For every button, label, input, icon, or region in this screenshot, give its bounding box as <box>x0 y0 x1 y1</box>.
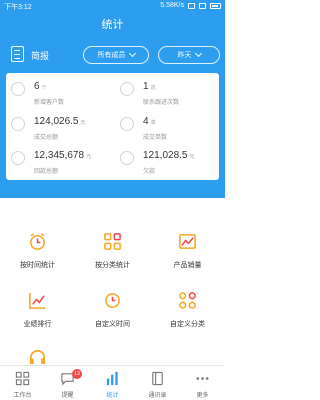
report-icon <box>11 46 24 62</box>
debt-icon <box>120 151 134 165</box>
stat-unit: 个 <box>41 85 47 91</box>
tab-more[interactable]: 更多 <box>180 366 225 400</box>
member-select[interactable]: 所有成员 <box>83 46 149 64</box>
grid-custom-category[interactable]: 自定义分类 <box>150 291 225 343</box>
stat-value: 12,345,678 <box>34 150 85 161</box>
stat-value: 6 <box>34 81 40 92</box>
money-icon <box>11 117 25 131</box>
grid-by-category[interactable]: 按分类统计 <box>75 232 150 284</box>
stat-label: 回款总额 <box>34 169 59 175</box>
sim-icon <box>188 2 195 9</box>
member-select-label: 所有成员 <box>97 52 126 59</box>
grid-product-sales[interactable]: 产品销量 <box>150 232 225 284</box>
status-time: 下午3:12 <box>4 4 32 11</box>
tab-label: 更多 <box>196 393 209 399</box>
grid-label: 业绩排行 <box>23 321 52 328</box>
tab-contacts[interactable]: 通讯录 <box>135 366 180 400</box>
stat-label: 成交总额 <box>34 135 59 141</box>
image-chart-icon <box>179 234 196 249</box>
stat-unit: 单 <box>150 120 156 126</box>
stats-card: 6个 新增客户数 1次 联系跟进次数 124,026.5 元 成交总额 4单 成交… <box>6 73 219 180</box>
stat-unit: 元 <box>189 154 195 160</box>
tab-label: 统计 <box>106 393 119 399</box>
page-title: 统计 <box>101 19 124 31</box>
stat-label: 欠款 <box>143 169 156 175</box>
chevron-down-icon <box>194 49 202 58</box>
date-select-label: 昨天 <box>177 52 192 59</box>
grid-label: 自定义分类 <box>170 321 205 328</box>
stat-total-deals[interactable]: 124,026.5 元 成交总额 <box>6 110 110 146</box>
reminder-badge: 13 <box>72 369 82 379</box>
category-icon <box>104 233 121 250</box>
handshake-icon <box>120 117 134 131</box>
grid-label: 自定义时间 <box>95 321 130 328</box>
stat-value: 124,026.5 <box>34 116 79 127</box>
line-chart-icon <box>29 292 46 309</box>
stat-unit: 元 <box>80 120 86 126</box>
tab-label: 通讯录 <box>148 393 167 399</box>
stat-value: 121,028.5 <box>143 150 188 161</box>
stat-debt[interactable]: 121,028.5 元 欠款 <box>115 144 219 180</box>
signal-icon <box>199 2 206 9</box>
stat-new-customers[interactable]: 6个 新增客户数 <box>6 75 110 111</box>
custom-category-icon <box>179 292 196 309</box>
status-bar: 下午3:12 5.58K/s <box>0 0 225 12</box>
stat-unit: 次 <box>150 85 156 91</box>
stat-label: 成交单数 <box>143 135 168 141</box>
bar-chart-icon <box>106 371 118 386</box>
more-icon <box>196 377 209 380</box>
stat-label: 新增客户数 <box>34 100 65 106</box>
refund-icon <box>11 151 25 165</box>
tab-label: 工作台 <box>13 393 32 399</box>
grid-label: 按时间统计 <box>20 262 55 269</box>
stat-value: 4 <box>143 116 149 127</box>
tab-statistics[interactable]: 统计 <box>90 366 135 400</box>
workbench-icon <box>15 371 30 386</box>
grid-performance-ranking[interactable]: 业绩排行 <box>0 291 75 343</box>
stat-follow-ups[interactable]: 1次 联系跟进次数 <box>115 75 219 111</box>
stat-deal-count[interactable]: 4单 成交单数 <box>115 110 219 146</box>
user-icon <box>11 82 25 96</box>
tab-workbench[interactable]: 工作台 <box>0 366 45 400</box>
battery-icon <box>210 2 221 9</box>
grid-by-time[interactable]: 按时间统计 <box>0 232 75 284</box>
tab-reminders[interactable]: 13 提醒 <box>45 366 90 400</box>
contacts-icon <box>152 371 163 386</box>
network-speed: 5.58K/s <box>160 2 184 9</box>
custom-time-icon <box>105 293 120 308</box>
contact-icon <box>120 82 134 96</box>
stat-refund-total[interactable]: 12,345,678 元 回款总额 <box>6 144 110 180</box>
grid-label: 产品销量 <box>173 262 202 269</box>
grid-label: 按分类统计 <box>95 262 130 269</box>
tab-bar: 工作台 13 提醒 统计 通讯录 更多 <box>0 365 225 400</box>
grid-custom-time[interactable]: 自定义时间 <box>75 291 150 343</box>
tab-label: 提醒 <box>61 393 74 399</box>
date-select[interactable]: 昨天 <box>158 46 220 64</box>
stat-label: 联系跟进次数 <box>143 100 180 106</box>
clock-icon <box>30 233 45 250</box>
stat-unit: 元 <box>86 154 92 160</box>
chevron-down-icon <box>128 49 136 58</box>
stat-value: 1 <box>143 81 149 92</box>
filter-bar: 简报 所有成员 昨天 <box>0 44 225 66</box>
report-label: 简报 <box>31 51 50 61</box>
